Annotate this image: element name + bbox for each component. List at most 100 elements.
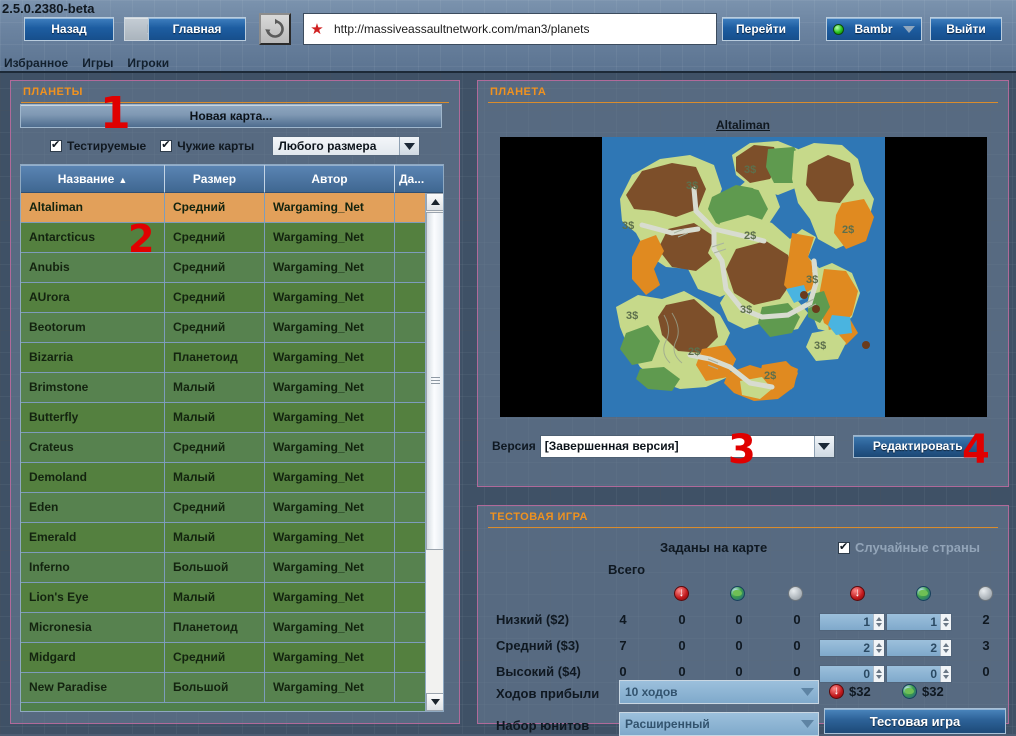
version-select[interactable]: [Завершенная версия]	[539, 434, 835, 458]
checkbox-checked-icon	[160, 138, 173, 152]
table-row[interactable]: Brimstone Малый Wargaming_Net	[21, 373, 427, 403]
user-menu-button[interactable]: Bambr	[826, 17, 922, 41]
column-header-author[interactable]: Автор	[265, 165, 395, 193]
table-row[interactable]: Butterfly Малый Wargaming_Net	[21, 403, 427, 433]
cell-size: Малый	[165, 523, 265, 552]
cell-author: Wargaming_Net	[265, 613, 395, 642]
spinner-high-green-value[interactable]: 0	[887, 666, 940, 682]
column-header-name[interactable]: Название ▲	[21, 165, 165, 193]
units-select[interactable]: Расширенный	[619, 712, 819, 736]
planet-panel-title: ПЛАНЕТА	[490, 86, 547, 98]
planets-table-body[interactable]: Altaliman Средний Wargaming_Net Antarcticus…	[21, 193, 427, 711]
table-row[interactable]: AUrora Средний Wargaming_Net	[21, 283, 427, 313]
cell-name: Antarcticus	[21, 223, 165, 252]
spinner-arrows-icon[interactable]	[873, 640, 884, 656]
spinner-low-red-value[interactable]: 1	[820, 614, 873, 630]
spinner-arrows-icon[interactable]	[940, 640, 951, 656]
table-row[interactable]: Anubis Средний Wargaming_Net	[21, 253, 427, 283]
table-row[interactable]: Emerald Малый Wargaming_Net	[21, 523, 427, 553]
reload-icon[interactable]	[259, 13, 291, 45]
planet-name-link[interactable]: Altaliman	[478, 118, 1008, 132]
planets-filter-row: Тестируемые Чужие карты Любого размера	[50, 136, 445, 156]
start-test-game-button[interactable]: Тестовая игра	[824, 708, 1006, 734]
chevron-down-icon[interactable]	[399, 137, 420, 155]
chevron-down-glyph	[800, 688, 814, 696]
row-high-map-green: 0	[735, 664, 743, 679]
row-medium-map-green: 0	[735, 638, 743, 653]
spinner-low-green[interactable]: 1	[886, 613, 952, 631]
red-arrow-icon	[850, 584, 865, 601]
table-row[interactable]: Antarcticus Средний Wargaming_Net	[21, 223, 427, 253]
online-led-icon	[833, 23, 844, 35]
cell-size: Средний	[165, 253, 265, 282]
edit-button[interactable]: Редактировать	[852, 434, 983, 458]
url-text[interactable]: http://massiveassaultnetwork.com/man3/pl…	[330, 22, 716, 36]
map-money-3e: 3$	[740, 304, 752, 316]
planets-panel-title: ПЛАНЕТЫ	[23, 86, 83, 98]
row-medium-neutral: 3	[982, 638, 990, 653]
filter-foreign-checkbox[interactable]: Чужие карты	[160, 138, 254, 153]
filter-testing-label: Тестируемые	[67, 139, 147, 153]
table-row[interactable]: Demoland Малый Wargaming_Net	[21, 463, 427, 493]
chevron-down-glyph	[800, 720, 814, 728]
table-row[interactable]: Midgard Средний Wargaming_Net	[21, 643, 427, 673]
spinner-high-red[interactable]: 0	[819, 665, 885, 683]
spinner-low-red[interactable]: 1	[819, 613, 885, 631]
new-map-button[interactable]: Новая карта...	[20, 104, 442, 128]
chevron-down-icon[interactable]	[813, 435, 834, 457]
back-button[interactable]: Назад	[24, 17, 114, 41]
spinner-high-red-value[interactable]: 0	[820, 666, 873, 682]
table-row[interactable]: Eden Средний Wargaming_Net	[21, 493, 427, 523]
spinner-low-green-value[interactable]: 1	[887, 614, 940, 630]
random-countries-checkbox[interactable]: Случайные страны	[838, 540, 980, 555]
bookmark-players[interactable]: Игроки	[127, 56, 169, 70]
table-row[interactable]: Crateus Средний Wargaming_Net	[21, 433, 427, 463]
spinner-arrows-icon[interactable]	[940, 666, 951, 682]
planet-map-preview[interactable]: 3$ 3$ 3$ 2$ 2$ 3$ 3$ 3$ 3$ 2$ 2$	[602, 137, 885, 417]
turns-select[interactable]: 10 ходов	[619, 680, 819, 704]
filter-testing-checkbox[interactable]: Тестируемые	[50, 138, 147, 153]
spinner-arrows-icon[interactable]	[940, 614, 951, 630]
table-row[interactable]: Beotorum Средний Wargaming_Net	[21, 313, 427, 343]
chevron-down-icon	[903, 26, 915, 33]
table-row[interactable]: Lion's Eye Малый Wargaming_Net	[21, 583, 427, 613]
scrollbar-grip-icon	[431, 377, 440, 384]
map-money-3b: 3$	[622, 220, 634, 232]
scrollbar-thumb[interactable]	[426, 212, 443, 550]
bookmark-games[interactable]: Игры	[82, 56, 113, 70]
spinner-arrows-icon[interactable]	[873, 614, 884, 630]
spinner-medium-green[interactable]: 2	[886, 639, 952, 657]
cell-date	[395, 583, 427, 612]
spinner-arrows-icon[interactable]	[873, 666, 884, 682]
scroll-down-button[interactable]	[426, 693, 443, 711]
spinner-medium-red[interactable]: 2	[819, 639, 885, 657]
chevron-down-icon[interactable]	[796, 688, 818, 696]
favorite-star-icon[interactable]: ★	[304, 22, 330, 37]
home-button[interactable]: Главная	[148, 17, 246, 41]
cell-date	[395, 433, 427, 462]
table-row[interactable]: Bizarria Планетоид Wargaming_Net	[21, 343, 427, 373]
cell-author: Wargaming_Net	[265, 373, 395, 402]
spinner-high-green[interactable]: 0	[886, 665, 952, 683]
address-bar[interactable]: ★ http://massiveassaultnetwork.com/man3/…	[303, 13, 717, 45]
table-row[interactable]: Inferno Большой Wargaming_Net	[21, 553, 427, 583]
go-button[interactable]: Перейти	[722, 17, 800, 41]
table-row[interactable]: Micronesia Планетоид Wargaming_Net	[21, 613, 427, 643]
cell-name: Inferno	[21, 553, 165, 582]
spinner-medium-green-value[interactable]: 2	[887, 640, 940, 656]
logout-button[interactable]: Выйти	[930, 17, 1002, 41]
bookmark-favorites[interactable]: Избранное	[4, 56, 68, 70]
table-row[interactable]: New Paradise Большой Wargaming_Net	[21, 673, 427, 703]
column-header-date[interactable]: Да...	[395, 165, 443, 193]
scroll-up-button[interactable]	[426, 193, 443, 211]
map-size-select[interactable]: Любого размера	[272, 136, 421, 156]
row-low-map-gray: 0	[793, 612, 801, 627]
spinner-medium-red-value[interactable]: 2	[820, 640, 873, 656]
table-row[interactable]: Altaliman Средний Wargaming_Net	[21, 193, 427, 223]
planets-table-scrollbar[interactable]	[425, 193, 443, 711]
cell-date	[395, 373, 427, 402]
chevron-down-icon[interactable]	[796, 720, 818, 728]
cell-size: Средний	[165, 283, 265, 312]
column-header-size[interactable]: Размер	[165, 165, 265, 193]
test-game-panel-title: ТЕСТОВАЯ ИГРА	[490, 511, 588, 523]
